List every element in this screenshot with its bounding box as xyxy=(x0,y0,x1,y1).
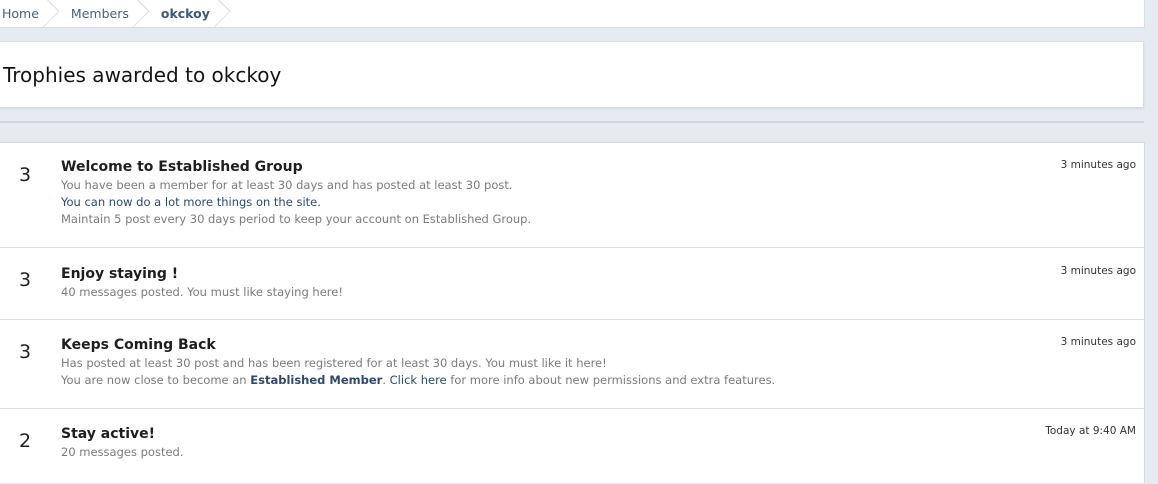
trophy-name: Keeps Coming Back xyxy=(61,337,216,353)
breadcrumb-current-user[interactable]: okckoy xyxy=(141,0,222,27)
trophy-description-line: Has posted at least 30 post and has been… xyxy=(61,356,607,370)
description-text: for more info about new permissions and … xyxy=(446,373,776,387)
breadcrumb-members[interactable]: Members xyxy=(51,0,141,27)
trophy-time: 3 minutes ago xyxy=(1060,336,1136,348)
breadcrumb-current-label: okckoy xyxy=(160,6,210,21)
trophy-points: 3 xyxy=(19,269,32,291)
trophy-description: 40 messages posted. You must like stayin… xyxy=(61,284,343,301)
breadcrumb: Home Members okckoy xyxy=(0,0,1145,28)
trophy-name: Welcome to Established Group xyxy=(61,159,303,175)
trophy-points: 2 xyxy=(19,430,32,452)
trophy-item: 3 Keeps Coming Back 3 minutes ago Has po… xyxy=(0,320,1144,409)
trophy-description-line: You are now close to become an Establish… xyxy=(61,372,775,389)
trophy-description: 20 messages posted. xyxy=(61,444,184,461)
trophy-description: Has posted at least 30 post and has been… xyxy=(61,355,775,389)
trophy-item: 3 Welcome to Established Group 3 minutes… xyxy=(0,143,1144,248)
description-text: You are now close to become an xyxy=(61,373,251,387)
section-divider xyxy=(0,121,1144,123)
trophy-description: You have been a member for at least 30 d… xyxy=(61,177,531,228)
trophy-description-line: 20 messages posted. xyxy=(61,445,184,459)
trophy-item: 2 Stay active! Today at 9:40 AM 20 messa… xyxy=(0,409,1144,484)
trophy-name: Enjoy staying ! xyxy=(61,266,179,282)
trophy-description-link-line[interactable]: You can now do a lot more things on the … xyxy=(61,194,531,211)
trophy-points: 3 xyxy=(19,341,32,363)
trophy-list: 3 Welcome to Established Group 3 minutes… xyxy=(0,142,1145,483)
trophy-item: 3 Enjoy staying ! 3 minutes ago 40 messa… xyxy=(0,248,1144,320)
trophy-description-line: You have been a member for at least 30 d… xyxy=(61,178,513,192)
trophy-time: Today at 9:40 AM xyxy=(1045,425,1136,437)
trophy-time: 3 minutes ago xyxy=(1060,159,1136,171)
breadcrumb-home-label: Home xyxy=(2,6,39,21)
established-member-link[interactable]: Established Member xyxy=(250,373,382,387)
page-title: Trophies awarded to okckoy xyxy=(3,63,282,87)
breadcrumb-members-label: Members xyxy=(70,6,129,21)
description-text: . xyxy=(382,373,390,387)
trophy-points: 3 xyxy=(19,164,32,186)
trophy-time: 3 minutes ago xyxy=(1060,265,1136,277)
click-here-link[interactable]: Click here xyxy=(390,373,447,387)
breadcrumb-home[interactable]: Home xyxy=(0,0,51,27)
trophy-description-line: Maintain 5 post every 30 days period to … xyxy=(61,212,532,226)
trophy-description-line: 40 messages posted. You must like stayin… xyxy=(61,285,343,299)
page-header: Trophies awarded to okckoy xyxy=(0,41,1144,108)
trophy-name: Stay active! xyxy=(61,426,156,442)
